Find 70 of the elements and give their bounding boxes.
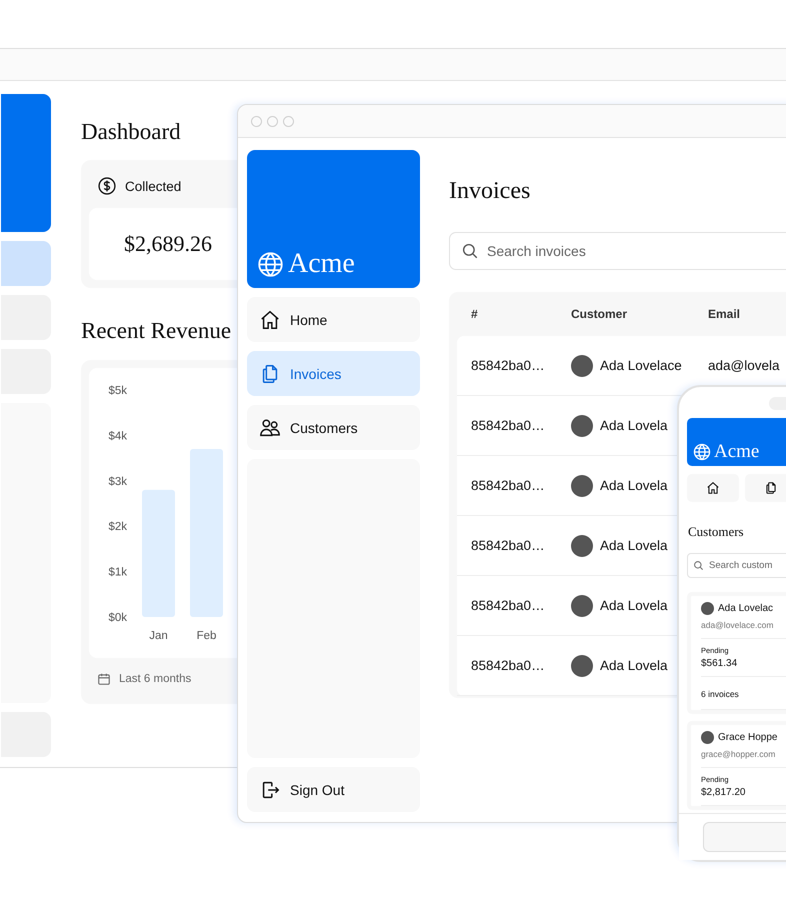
- section-title: Recent Revenue: [81, 318, 232, 344]
- axis-label: $4k: [108, 430, 127, 442]
- search-field[interactable]: Search custom: [687, 553, 786, 578]
- search-icon: [461, 242, 479, 260]
- customer-name: Ada Lovela: [600, 598, 668, 613]
- avatar-placeholder: [571, 594, 593, 616]
- home-icon: [259, 308, 281, 330]
- axis-label: $3k: [108, 476, 127, 488]
- axis-label: Jan: [149, 630, 168, 642]
- table-cell-text: 85842ba0…: [470, 478, 546, 493]
- table-cell-text: 85842ba0…: [470, 658, 546, 673]
- avatar-placeholder: [571, 474, 593, 496]
- users-icon: [259, 416, 281, 438]
- axis-label: $5k: [108, 385, 127, 397]
- stat-label: Collected: [125, 178, 182, 194]
- axis-label: $2k: [108, 521, 127, 534]
- invoice-count: 6 invoices: [701, 689, 739, 699]
- customer-name: Ada Lovela: [600, 478, 668, 493]
- search-icon: [693, 560, 704, 571]
- brand-name: Acme: [288, 250, 355, 278]
- page-title: Dashboard: [81, 119, 181, 145]
- column-header: #: [470, 307, 479, 321]
- nav-button[interactable]: [687, 474, 739, 502]
- globe-icon: [693, 443, 711, 461]
- column-header: Email: [708, 307, 740, 321]
- avatar-placeholder: [571, 654, 593, 676]
- table-cell: ada@lovela: [708, 358, 780, 373]
- nav-item[interactable]: Customers: [247, 405, 420, 450]
- customer-email: grace@hopper.com: [701, 749, 786, 768]
- axis-label: Feb: [196, 630, 216, 642]
- customer-name: Grace Hoppe: [718, 732, 778, 743]
- axis-label: $0k: [108, 612, 127, 624]
- column-header: Customer: [571, 307, 628, 321]
- sidebar-item[interactable]: [1, 241, 51, 286]
- home-icon: [706, 481, 720, 495]
- customer-name: Ada Lovela: [600, 418, 668, 433]
- window-control[interactable]: [267, 116, 278, 126]
- axis-label: $1k: [108, 566, 127, 579]
- table-cell-text: 85842ba0…: [470, 598, 546, 613]
- customer-name: Ada Lovela: [600, 658, 668, 673]
- page-title: Customers: [687, 524, 745, 540]
- nav-item[interactable]: Invoices: [247, 351, 420, 396]
- stat-value: $2,689.26: [124, 231, 212, 257]
- avatar-placeholder: [571, 534, 593, 556]
- chart-caption: Last 6 months: [119, 673, 192, 685]
- avatar-placeholder: [571, 354, 593, 376]
- avatar-placeholder: [701, 731, 714, 744]
- window-control[interactable]: [283, 116, 294, 126]
- nav-item[interactable]: Home: [247, 297, 420, 342]
- search-field[interactable]: Search invoices: [449, 232, 786, 270]
- page-title: Invoices: [449, 178, 530, 205]
- window-control[interactable]: [251, 116, 262, 126]
- calendar-icon: [97, 672, 111, 686]
- customer-name: Ada Lovela: [600, 538, 668, 553]
- sign-out-button[interactable]: Sign Out: [247, 767, 420, 812]
- brand-name: Acme: [714, 442, 760, 461]
- pending-amount: $561.34: [701, 658, 738, 669]
- table-cell-text: 85842ba0…: [470, 418, 546, 433]
- customer-name: Ada Lovelace: [600, 358, 682, 373]
- dollar-icon: [97, 176, 117, 196]
- customer-name: Ada Lovelac: [718, 603, 774, 614]
- documents-icon: [764, 481, 778, 495]
- table-cell-text: 85842ba0…: [470, 538, 546, 553]
- customer-email: ada@lovelace.com: [701, 620, 786, 639]
- avatar-placeholder: [701, 602, 714, 615]
- nav-button[interactable]: [745, 474, 786, 502]
- avatar-placeholder: [571, 414, 593, 436]
- table-cell-text: 85842ba0…: [470, 358, 546, 373]
- globe-icon: [257, 251, 284, 278]
- pending-amount: $2,817.20: [701, 787, 746, 798]
